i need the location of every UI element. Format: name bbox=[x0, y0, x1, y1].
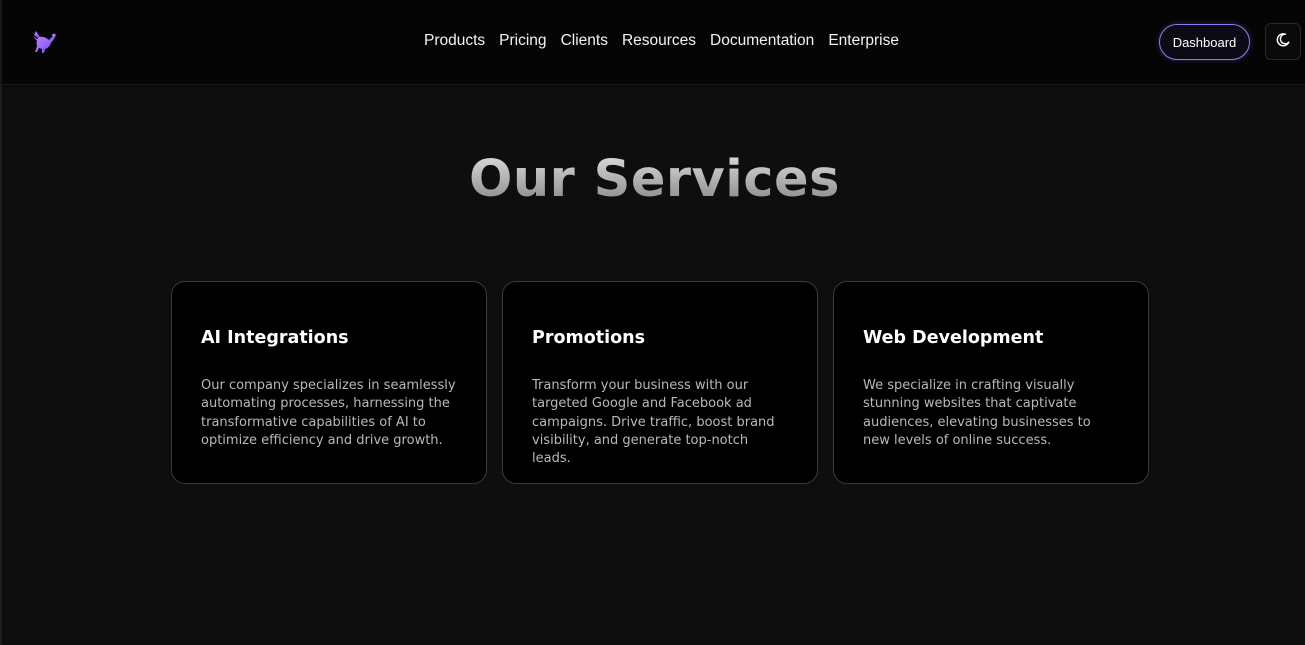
card-description: Transform your business with our targete… bbox=[532, 378, 775, 467]
card-title: Web Development bbox=[863, 328, 1044, 348]
page: Products Pricing Clients Resources Docum… bbox=[0, 0, 1305, 645]
nav-link-documentation[interactable]: Documentation bbox=[710, 32, 814, 50]
service-card-promotions: Promotions Transform your business with … bbox=[502, 281, 818, 484]
nav-link-enterprise[interactable]: Enterprise bbox=[828, 32, 899, 50]
card-title: AI Integrations bbox=[201, 328, 349, 348]
service-card-web-development: Web Development We specialize in craftin… bbox=[833, 281, 1149, 484]
nav-link-products[interactable]: Products bbox=[424, 32, 485, 50]
nav-link-pricing[interactable]: Pricing bbox=[499, 32, 546, 50]
pegasus-logo-icon[interactable] bbox=[30, 27, 58, 55]
page-title: Our Services bbox=[2, 150, 1305, 209]
card-description: We specialize in crafting visually stunn… bbox=[863, 378, 1091, 448]
site-header: Products Pricing Clients Resources Docum… bbox=[2, 0, 1305, 85]
card-description: Our company specializes in seamlessly au… bbox=[201, 378, 456, 448]
moon-icon bbox=[1275, 32, 1291, 52]
service-card-ai-integrations: AI Integrations Our company specializes … bbox=[171, 281, 487, 484]
services-cards: AI Integrations Our company specializes … bbox=[171, 281, 1149, 484]
nav-link-resources[interactable]: Resources bbox=[622, 32, 696, 50]
dashboard-button[interactable]: Dashboard bbox=[1159, 24, 1250, 60]
nav-link-clients[interactable]: Clients bbox=[561, 32, 608, 50]
theme-toggle-button[interactable] bbox=[1265, 23, 1301, 60]
main-nav: Products Pricing Clients Resources Docum… bbox=[424, 30, 899, 52]
card-title: Promotions bbox=[532, 328, 645, 348]
